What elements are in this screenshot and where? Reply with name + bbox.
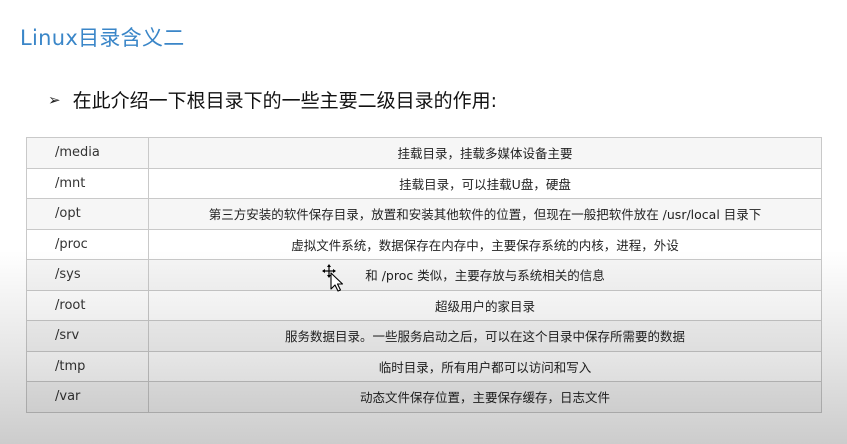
- dir-path: /tmp: [26, 350, 149, 382]
- dir-description: 虚拟文件系统，数据保存在内存中，主要保存系统的内核，进程，外设: [148, 228, 822, 260]
- arrow-bullet-icon: ➢: [48, 90, 61, 109]
- dir-path: /media: [26, 137, 149, 169]
- dir-path: /srv: [26, 320, 149, 352]
- dir-path: /sys: [26, 259, 149, 291]
- dir-description: 服务数据目录。一些服务启动之后，可以在这个目录中保存所需要的数据: [148, 320, 822, 352]
- dir-path: /root: [26, 289, 149, 321]
- dir-description: 临时目录，所有用户都可以访问和写入: [148, 350, 822, 382]
- table-row: /root 超级用户的家目录: [26, 289, 822, 321]
- table-row: /mnt 挂载目录，可以挂载U盘，硬盘: [26, 167, 822, 199]
- slide-title: Linux目录含义二: [20, 26, 185, 50]
- dir-path: /mnt: [26, 167, 149, 199]
- bullet-point: ➢ 在此介绍一下根目录下的一些主要二级目录的作用:: [48, 86, 497, 113]
- dir-path: /opt: [26, 198, 149, 230]
- dir-description: 挂载目录，可以挂载U盘，硬盘: [148, 167, 822, 199]
- dir-description: 第三方安装的软件保存目录，放置和安装其他软件的位置，但现在一般把软件放在 /us…: [148, 198, 822, 230]
- dir-path: /var: [26, 381, 149, 413]
- table-row: /sys 和 /proc 类似，主要存放与系统相关的信息: [26, 259, 822, 291]
- dir-path: /proc: [26, 228, 149, 260]
- table-row: /opt 第三方安装的软件保存目录，放置和安装其他软件的位置，但现在一般把软件放…: [26, 198, 822, 230]
- dir-description: 和 /proc 类似，主要存放与系统相关的信息: [148, 259, 822, 291]
- dir-description: 超级用户的家目录: [148, 289, 822, 321]
- directory-table: /media 挂载目录，挂载多媒体设备主要 /mnt 挂载目录，可以挂载U盘，硬…: [26, 137, 822, 413]
- dir-description: 动态文件保存位置，主要保存缓存，日志文件: [148, 381, 822, 413]
- table-row: /tmp 临时目录，所有用户都可以访问和写入: [26, 350, 822, 382]
- dir-description: 挂载目录，挂载多媒体设备主要: [148, 137, 822, 169]
- table-row: /var 动态文件保存位置，主要保存缓存，日志文件: [26, 381, 822, 413]
- table-row: /srv 服务数据目录。一些服务启动之后，可以在这个目录中保存所需要的数据: [26, 320, 822, 352]
- bullet-text: 在此介绍一下根目录下的一些主要二级目录的作用:: [72, 90, 497, 112]
- table-row: /media 挂载目录，挂载多媒体设备主要: [26, 137, 822, 169]
- table-row: /proc 虚拟文件系统，数据保存在内存中，主要保存系统的内核，进程，外设: [26, 228, 822, 260]
- move-cursor-icon: [322, 264, 344, 292]
